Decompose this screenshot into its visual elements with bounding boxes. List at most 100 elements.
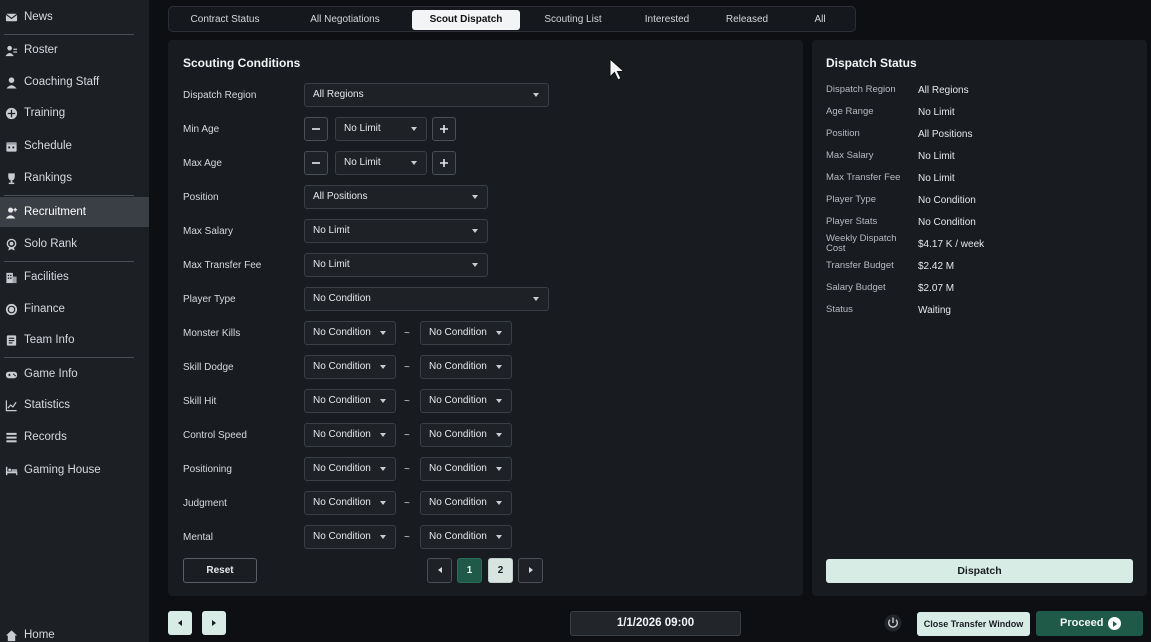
sidebar-item-recruitment[interactable]: Recruitment bbox=[0, 197, 149, 227]
medal-icon bbox=[4, 237, 18, 251]
panel-title: Dispatch Status bbox=[826, 56, 917, 70]
trophy-icon bbox=[4, 171, 18, 185]
prev-page-button[interactable] bbox=[427, 558, 452, 583]
position-dropdown[interactable]: All Positions bbox=[304, 185, 488, 209]
stat-min-dropdown[interactable]: No Condition bbox=[304, 355, 396, 379]
sidebar-item-training[interactable]: Training bbox=[0, 98, 149, 128]
stat-min-dropdown[interactable]: No Condition bbox=[304, 457, 396, 481]
chart-icon bbox=[4, 398, 18, 412]
status-label: Dispatch Region bbox=[826, 84, 896, 95]
chevron-down-icon bbox=[496, 399, 502, 403]
stat-max-dropdown[interactable]: No Condition bbox=[420, 321, 512, 345]
home-icon bbox=[4, 628, 18, 642]
max-transfer-fee-label: Max Transfer Fee bbox=[183, 260, 262, 271]
caret-right-icon bbox=[212, 620, 216, 626]
stat-min-dropdown[interactable]: No Condition bbox=[304, 389, 396, 413]
sidebar-item-label: Home bbox=[24, 629, 55, 641]
sidebar-item-rankings[interactable]: Rankings bbox=[0, 163, 149, 193]
dropdown-value: No Condition bbox=[313, 531, 371, 542]
dropdown-value: No Condition bbox=[429, 395, 487, 406]
sidebar-item-statistics[interactable]: Statistics bbox=[0, 390, 149, 420]
dispatch-region-dropdown[interactable]: All Regions bbox=[304, 83, 549, 107]
tab-contract-status[interactable]: Contract Status bbox=[173, 10, 277, 30]
chevron-down-icon bbox=[496, 331, 502, 335]
sidebar-item-label: Schedule bbox=[24, 140, 72, 152]
stat-label: Control Speed bbox=[183, 430, 247, 441]
power-icon[interactable] bbox=[884, 614, 902, 632]
tab-scouting-list[interactable]: Scouting List bbox=[529, 10, 617, 30]
max-age-increment-button[interactable] bbox=[432, 151, 456, 175]
status-label: Weekly Dispatch Cost bbox=[826, 233, 897, 254]
dropdown-value: All Regions bbox=[313, 89, 364, 100]
sidebar-item-coaching-staff[interactable]: Coaching Staff bbox=[0, 67, 149, 97]
stat-label: Positioning bbox=[183, 464, 232, 475]
sidebar-item-label: Training bbox=[24, 107, 66, 119]
chevron-down-icon bbox=[496, 467, 502, 471]
max-transfer-fee-dropdown[interactable]: No Limit bbox=[304, 253, 488, 277]
sidebar-item-team-info[interactable]: Team Info bbox=[0, 325, 149, 355]
sidebar-item-home[interactable]: Home bbox=[0, 620, 149, 642]
sidebar-item-news[interactable]: News bbox=[0, 2, 149, 32]
tab-all-negotiations[interactable]: All Negotiations bbox=[287, 10, 403, 30]
mail-icon bbox=[4, 10, 18, 24]
max-salary-dropdown[interactable]: No Limit bbox=[304, 219, 488, 243]
stat-min-dropdown[interactable]: No Condition bbox=[304, 423, 396, 447]
status-value: $4.17 K / week bbox=[918, 239, 985, 250]
tab-all[interactable]: All bbox=[797, 10, 843, 30]
forward-button[interactable] bbox=[202, 611, 226, 635]
coin-icon bbox=[4, 302, 18, 316]
max-age-dropdown[interactable]: No Limit bbox=[335, 151, 427, 175]
scouting-conditions-panel: Scouting Conditions Dispatch Region All … bbox=[168, 40, 803, 596]
proceed-button[interactable]: Proceed bbox=[1036, 611, 1143, 636]
building-icon bbox=[4, 270, 18, 284]
sidebar-item-schedule[interactable]: Schedule bbox=[0, 131, 149, 161]
chevron-down-icon bbox=[496, 433, 502, 437]
dropdown-value: No Condition bbox=[429, 361, 487, 372]
stat-min-dropdown[interactable]: No Condition bbox=[304, 525, 396, 549]
status-label: Salary Budget bbox=[826, 282, 886, 293]
next-page-button[interactable] bbox=[518, 558, 543, 583]
status-value: $2.42 M bbox=[918, 261, 955, 272]
stat-max-dropdown[interactable]: No Condition bbox=[420, 457, 512, 481]
dispatch-button[interactable]: Dispatch bbox=[826, 559, 1133, 583]
calendar-icon bbox=[4, 139, 18, 153]
sidebar-item-label: Team Info bbox=[24, 334, 75, 346]
sidebar-item-finance[interactable]: Finance bbox=[0, 294, 149, 324]
reset-button[interactable]: Reset bbox=[183, 558, 257, 583]
chevron-down-icon bbox=[496, 365, 502, 369]
sidebar-item-gaming-house[interactable]: Gaming House bbox=[0, 455, 149, 485]
min-age-decrement-button[interactable] bbox=[304, 117, 328, 141]
stat-max-dropdown[interactable]: No Condition bbox=[420, 355, 512, 379]
max-age-decrement-button[interactable] bbox=[304, 151, 328, 175]
close-transfer-window-button[interactable]: Close Transfer Window bbox=[917, 612, 1030, 636]
sidebar-item-roster[interactable]: Roster bbox=[0, 35, 149, 65]
bed-icon bbox=[4, 463, 18, 477]
stat-max-dropdown[interactable]: No Condition bbox=[420, 491, 512, 515]
stat-min-dropdown[interactable]: No Condition bbox=[304, 491, 396, 515]
back-button[interactable] bbox=[168, 611, 192, 635]
tab-bar: Contract Status All Negotiations Scout D… bbox=[168, 6, 856, 32]
tab-released[interactable]: Released bbox=[714, 10, 780, 30]
sidebar-item-label: Finance bbox=[24, 303, 65, 315]
sidebar-item-solo-rank[interactable]: Solo Rank bbox=[0, 229, 149, 259]
sidebar-item-facilities[interactable]: Facilities bbox=[0, 262, 149, 292]
stat-min-dropdown[interactable]: No Condition bbox=[304, 321, 396, 345]
stat-max-dropdown[interactable]: No Condition bbox=[420, 389, 512, 413]
page-2-button[interactable]: 2 bbox=[488, 558, 513, 583]
tab-interested[interactable]: Interested bbox=[631, 10, 703, 30]
sidebar-item-game-info[interactable]: Game Info bbox=[0, 359, 149, 389]
min-age-dropdown[interactable]: No Limit bbox=[335, 117, 427, 141]
dropdown-value: No Limit bbox=[313, 225, 350, 236]
chevron-down-icon bbox=[496, 535, 502, 539]
tab-scout-dispatch[interactable]: Scout Dispatch bbox=[412, 10, 520, 30]
player-type-dropdown[interactable]: No Condition bbox=[304, 287, 549, 311]
min-age-increment-button[interactable] bbox=[432, 117, 456, 141]
stat-max-dropdown[interactable]: No Condition bbox=[420, 423, 512, 447]
page-1-button[interactable]: 1 bbox=[457, 558, 482, 583]
min-age-label: Min Age bbox=[183, 124, 220, 135]
range-separator: ~ bbox=[404, 464, 410, 475]
stat-max-dropdown[interactable]: No Condition bbox=[420, 525, 512, 549]
sidebar-item-records[interactable]: Records bbox=[0, 422, 149, 452]
dropdown-value: No Condition bbox=[429, 531, 487, 542]
max-age-label: Max Age bbox=[183, 158, 222, 169]
